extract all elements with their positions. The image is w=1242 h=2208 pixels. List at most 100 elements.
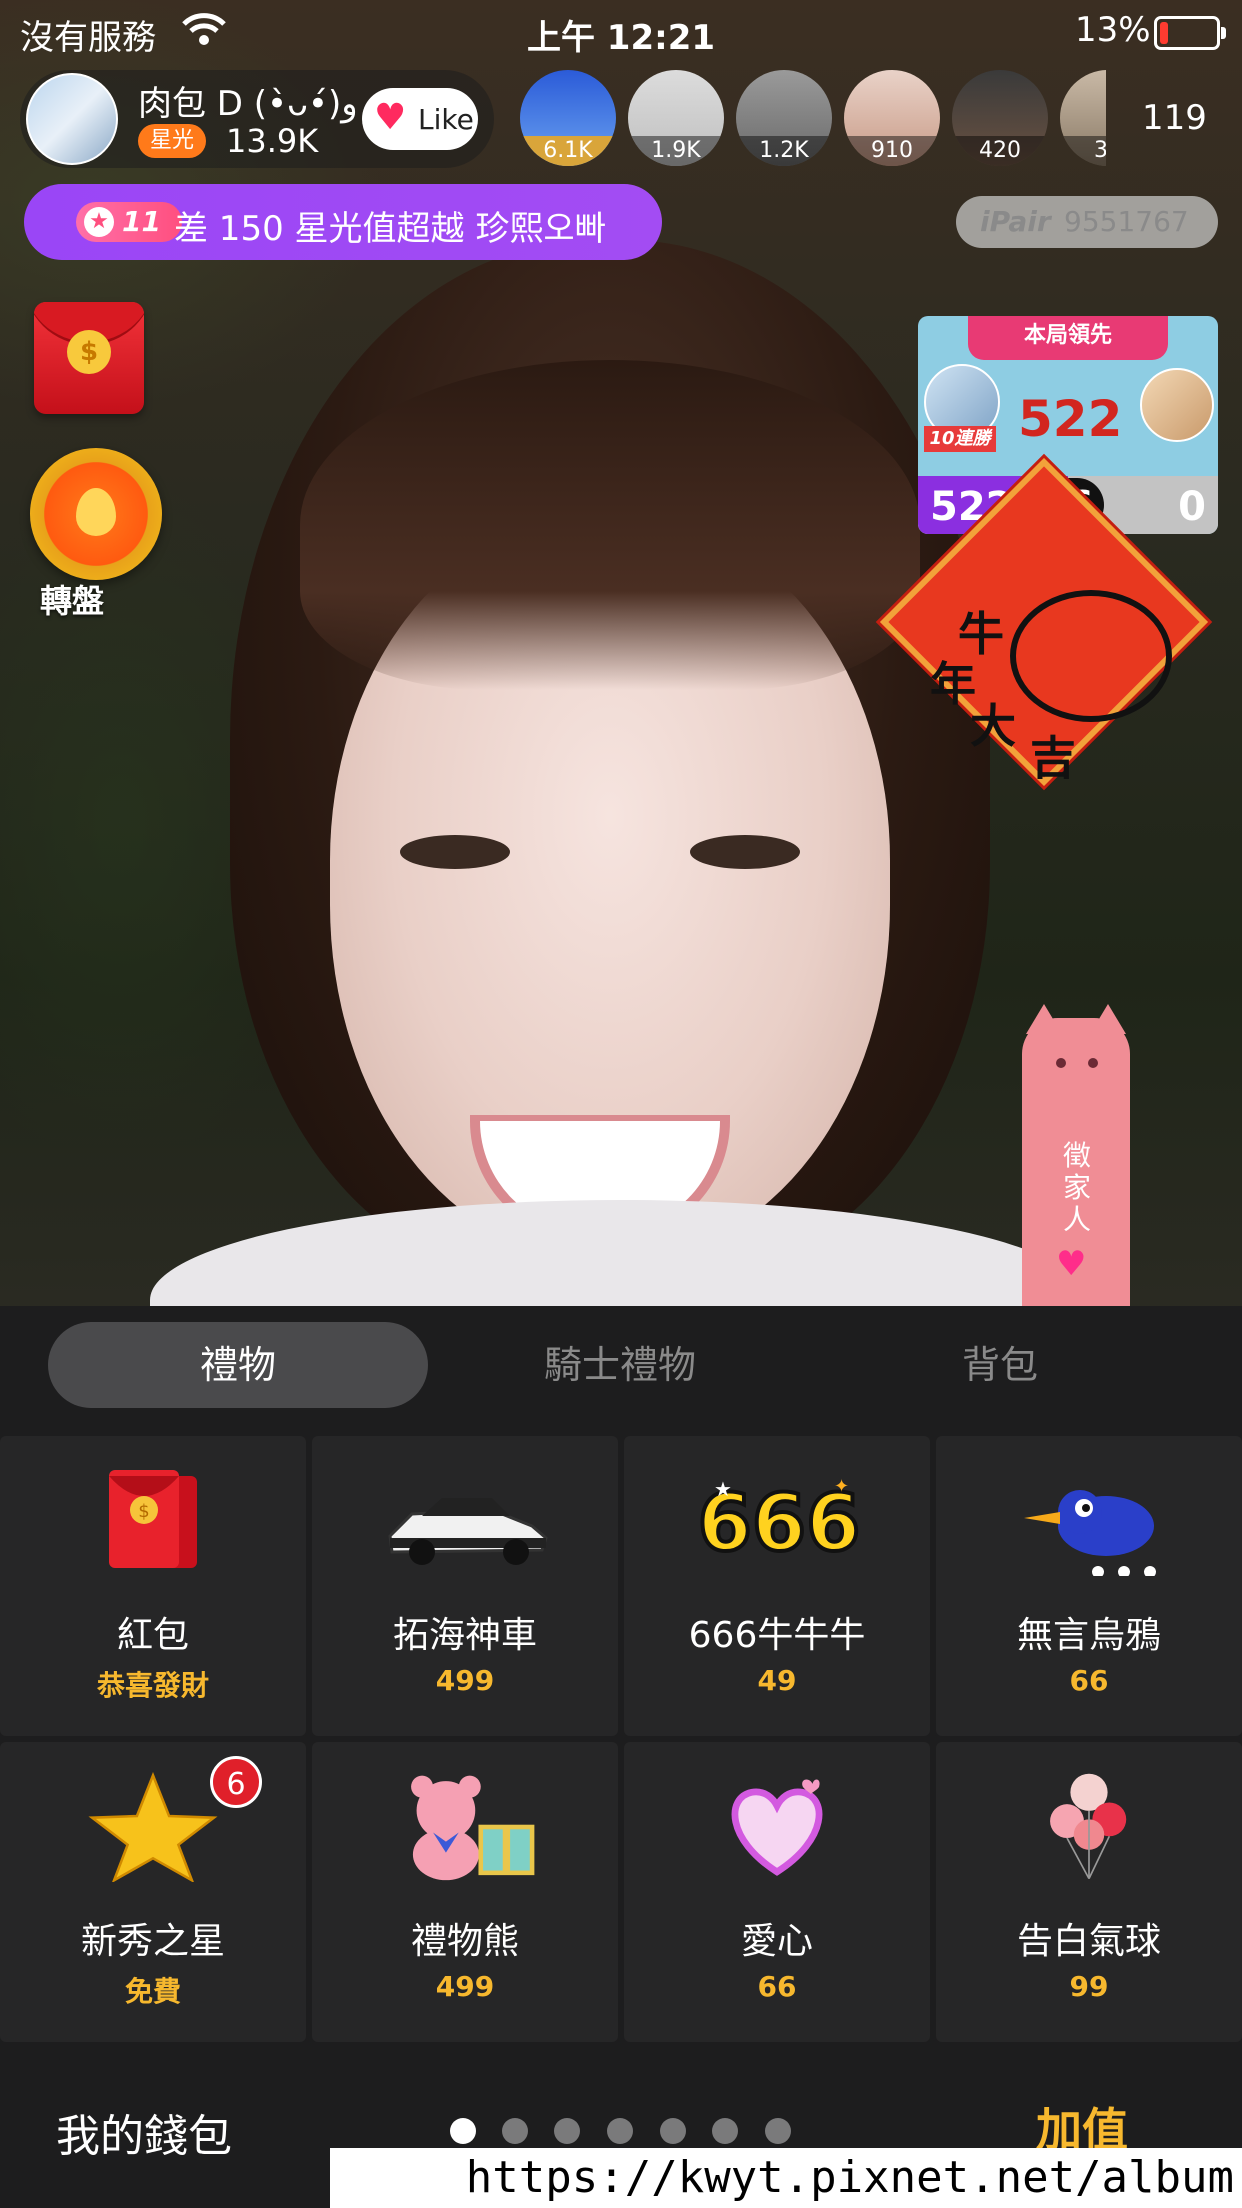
page-dot[interactable]	[450, 2118, 476, 2144]
page-dot[interactable]	[607, 2118, 633, 2144]
streamer-shirt	[150, 1200, 1090, 1306]
gift-item[interactable]: 6 新秀之星 免費	[0, 1742, 306, 2042]
clock: 上午 12:21	[526, 18, 716, 58]
gift-item[interactable]: $ 紅包 恭喜發財	[0, 1436, 306, 1736]
gift-name: 告白氣球	[1016, 1921, 1161, 1962]
host-name: 肉包 D (•̀ᴗ•́)و	[138, 84, 358, 124]
gift-price: 恭喜發財	[96, 1669, 209, 1702]
host-fans-count: 13.9K	[226, 122, 319, 160]
gift-count-badge: 6	[210, 1756, 262, 1808]
page-dot[interactable]	[712, 2118, 738, 2144]
ox-face-icon	[1010, 590, 1172, 722]
gift-price: 66	[757, 1970, 797, 2003]
host-avatar[interactable]	[26, 73, 118, 165]
deco-char: 大	[970, 699, 1016, 753]
level-number: 11	[122, 205, 161, 238]
viewer-avatar[interactable]: 910	[844, 70, 940, 166]
viewer-avatar[interactable]: 6.1K	[520, 70, 616, 166]
host-info[interactable]: 肉包 D (•̀ᴗ•́)و 星光 13.9K ♥ Like	[20, 70, 494, 168]
like-label: Like	[418, 103, 474, 136]
viewer-score: 32	[1060, 136, 1106, 166]
room-id-badge: iPair 9551767	[956, 196, 1218, 248]
page-indicator[interactable]	[450, 2118, 810, 2148]
viewer-avatar[interactable]: 420	[952, 70, 1048, 166]
crow-icon	[1024, 1490, 1156, 1576]
gift-name: 禮物熊	[410, 1921, 519, 1962]
gift-name: 愛心	[740, 1921, 813, 1962]
svg-text:$: $	[138, 1501, 149, 1522]
gift-price: 499	[435, 1970, 495, 2003]
viewer-total-count[interactable]: 119	[1142, 98, 1207, 138]
streamer-eye-left	[400, 835, 510, 869]
family-recruit-button[interactable]: 徵家人 ♥	[1022, 1004, 1130, 1306]
brand-logo: iPair	[980, 205, 1051, 238]
heart-icon: ♥	[374, 97, 407, 138]
666-icon: 666 ★ ✦	[696, 1476, 863, 1571]
gift-item[interactable]: 666 ★ ✦ 666牛牛牛 49	[624, 1436, 930, 1736]
svg-text:★: ★	[714, 1477, 732, 1501]
red-envelope-button[interactable]: $	[34, 302, 144, 414]
deco-char: 吉	[1030, 731, 1076, 785]
car-icon	[388, 1498, 548, 1565]
lucky-wheel-label: 轉盤	[40, 582, 105, 620]
gift-name: 666牛牛牛	[688, 1615, 866, 1656]
gift-price: 499	[435, 1664, 495, 1697]
gift-item[interactable]: 愛心 66	[624, 1742, 930, 2042]
viewer-score: 6.1K	[520, 136, 616, 166]
gift-item[interactable]: 無言烏鴉 66	[936, 1436, 1242, 1736]
streamer-eye-right	[690, 835, 800, 869]
battery-percent: 13%	[1075, 10, 1151, 50]
family-recruit-label: 徵家人	[1062, 1139, 1091, 1236]
gift-item[interactable]: 禮物熊 499	[312, 1742, 618, 2042]
level-badge: ★ 11	[76, 202, 182, 242]
gift-price: 99	[1069, 1970, 1109, 2003]
rank-banner[interactable]: ★ 11 差 150 星光值超越 珍熙오빠	[24, 184, 662, 260]
tab-gifts[interactable]: 禮物	[48, 1322, 428, 1408]
gift-panel: 禮物 騎士禮物 背包 $ 紅包 恭喜發財 拓海神車 499 666 ★ ✦ 66…	[0, 1306, 1242, 2208]
viewer-score: 420	[952, 136, 1048, 166]
page-dot[interactable]	[765, 2118, 791, 2144]
status-bar: 沒有服務 上午 12:21 13%	[0, 0, 1242, 62]
pk-right-score: 0	[1178, 484, 1206, 530]
viewer-avatar[interactable]: 1.9K	[628, 70, 724, 166]
star-icon	[88, 1772, 218, 1882]
viewer-avatar[interactable]: 1.2K	[736, 70, 832, 166]
gift-item[interactable]: 告白氣球 99	[936, 1742, 1242, 2042]
page-dot[interactable]	[502, 2118, 528, 2144]
my-wallet-label[interactable]: 我的錢包	[56, 2100, 232, 2164]
wheel-icon	[76, 488, 116, 536]
gift-name: 紅包	[116, 1615, 189, 1656]
viewer-list[interactable]: 6.1K 1.9K 1.2K 910 420 32	[520, 70, 1106, 170]
gift-name: 拓海神車	[392, 1615, 537, 1656]
lucky-wheel-button[interactable]	[30, 448, 162, 580]
pk-lead-score: 522	[1018, 390, 1123, 448]
page-dot[interactable]	[660, 2118, 686, 2144]
heart-icon: ♥	[1056, 1244, 1087, 1284]
gift-name: 新秀之星	[80, 1921, 225, 1962]
page-dot[interactable]	[554, 2118, 580, 2144]
pk-opponent-avatar	[1140, 368, 1214, 442]
url-watermark: https://kwyt.pixnet.net/album	[330, 2148, 1242, 2208]
viewer-score: 910	[844, 136, 940, 166]
coin-icon: $	[67, 330, 111, 374]
room-id-number: 9551767	[1064, 205, 1189, 238]
viewer-score: 1.9K	[628, 136, 724, 166]
streamer-bangs	[300, 360, 920, 690]
host-tag: 星光	[138, 124, 206, 158]
gift-item[interactable]: 拓海神車 499	[312, 1436, 618, 1736]
balloon-icon	[1050, 1773, 1127, 1880]
tab-backpack[interactable]: 背包	[810, 1322, 1190, 1408]
svg-text:✦: ✦	[834, 1476, 849, 1497]
red-envelope-icon: $	[109, 1470, 197, 1568]
tab-knight-gifts[interactable]: 騎士禮物	[430, 1322, 810, 1408]
star-icon: ★	[84, 207, 114, 237]
like-button[interactable]: ♥ Like	[362, 88, 478, 150]
gift-tabs: 禮物 騎士禮物 背包	[0, 1306, 1242, 1416]
gift-price: 免費	[124, 1975, 181, 2008]
viewer-score: 1.2K	[736, 136, 832, 166]
viewer-avatar[interactable]: 32	[1060, 70, 1106, 166]
heart-icon	[731, 1779, 823, 1876]
gift-price: 49	[757, 1664, 797, 1697]
gift-name: 無言烏鴉	[1016, 1615, 1161, 1656]
win-streak-badge: 10連勝	[924, 426, 996, 452]
